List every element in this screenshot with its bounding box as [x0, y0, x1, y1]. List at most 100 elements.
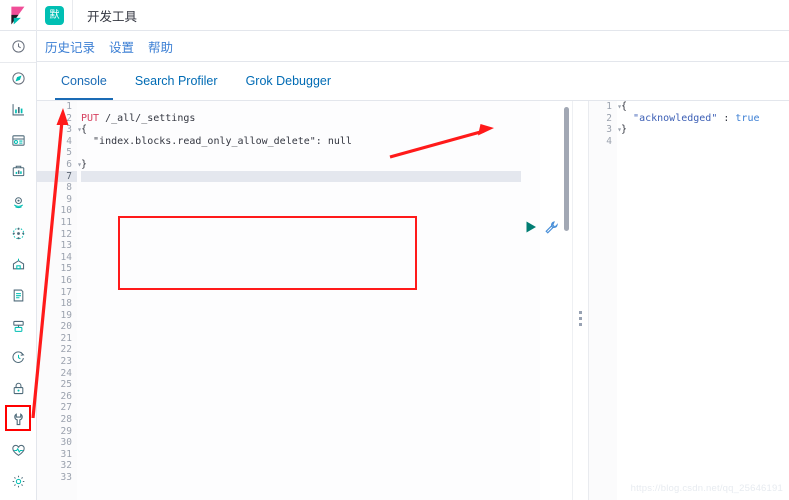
- gutter-line-number: 6▾: [37, 159, 77, 171]
- response-value: true: [735, 113, 759, 124]
- sidebar-item-logs[interactable]: [0, 280, 36, 311]
- gutter-line-number: 22: [37, 344, 77, 356]
- gutter-line-number: 24: [37, 368, 77, 380]
- code-line: [81, 147, 540, 159]
- compass-icon: [11, 71, 26, 86]
- gutter-line-number: 10: [37, 205, 77, 217]
- request-options-button[interactable]: [544, 220, 559, 235]
- menu-help[interactable]: 帮助: [148, 37, 173, 56]
- gutter-line-number: 21: [37, 333, 77, 345]
- space-badge-cell[interactable]: 默: [37, 0, 73, 31]
- wrench-icon: [544, 220, 559, 235]
- gutter-line-number: 27: [37, 402, 77, 414]
- presentation-icon: [11, 164, 26, 179]
- gutter-line-number: 8: [37, 182, 77, 194]
- gutter-line-number: 1: [37, 101, 77, 113]
- request-editor-pane[interactable]: 123▾456▾78910111213141516171819202122232…: [37, 101, 540, 500]
- gutter-line-number: 7: [37, 171, 77, 183]
- sidebar-item-recently-viewed[interactable]: [0, 31, 36, 62]
- gutter-line-number: 14: [37, 252, 77, 264]
- gutter-line-number: 17: [37, 287, 77, 299]
- gutter-line-number: 31: [37, 449, 77, 461]
- response-line: [621, 136, 789, 148]
- code-line: {: [81, 124, 540, 136]
- gutter-line-number: 2: [37, 113, 77, 125]
- gear-icon: [11, 474, 26, 489]
- kibana-dev-tools-console: 默 开发工具: [0, 0, 789, 500]
- response-separator: :: [717, 113, 735, 124]
- sidebar-item-siem[interactable]: [0, 373, 36, 404]
- gutter-line-number: 32: [37, 460, 77, 472]
- code-line-current: [81, 171, 521, 183]
- tab-grok-debugger[interactable]: Grok Debugger: [232, 62, 345, 100]
- menu-settings[interactable]: 设置: [109, 37, 134, 56]
- play-icon: [524, 220, 538, 234]
- kibana-logo-cell[interactable]: [0, 0, 37, 31]
- code-line: }: [81, 159, 540, 171]
- response-gutter-line-number: 2: [589, 113, 617, 125]
- response-line: "acknowledged" : true: [621, 113, 789, 125]
- sidebar-item-maps[interactable]: [0, 187, 36, 218]
- sidebar-item-visualize[interactable]: [0, 94, 36, 125]
- dev-tools-tabs: Console Search Profiler Grok Debugger: [37, 62, 789, 101]
- sidebar-item-monitoring[interactable]: [0, 435, 36, 466]
- gutter-line-number: 29: [37, 426, 77, 438]
- uptime-clock-icon: [11, 350, 26, 365]
- gutter-line-number: 13: [37, 240, 77, 252]
- tab-search-profiler[interactable]: Search Profiler: [121, 62, 232, 100]
- gutter-line-number: 11: [37, 217, 77, 229]
- code-line: "index.blocks.read_only_allow_delete": n…: [81, 136, 540, 148]
- request-scrollbar[interactable]: [564, 107, 569, 231]
- network-nodes-icon: [11, 226, 26, 241]
- splitter-grip-icon: [579, 311, 582, 326]
- page-title: 开发工具: [87, 6, 137, 25]
- gutter-line-number: 28: [37, 414, 77, 426]
- gutter-line-number: 26: [37, 391, 77, 403]
- console-body: 123▾456▾78910111213141516171819202122232…: [37, 101, 789, 500]
- response-gutter-line-number: 1▾: [589, 101, 617, 113]
- dashboard-icon: [11, 133, 26, 148]
- response-editor-pane[interactable]: 1▾23▾4 { "acknowledged" : true }: [588, 101, 789, 500]
- response-gutter: 1▾23▾4: [589, 101, 617, 500]
- request-path: /_all/_settings: [99, 113, 195, 124]
- sidebar-item-apm[interactable]: [0, 311, 36, 342]
- sidebar-item-management[interactable]: [0, 466, 36, 497]
- app-header: 默 开发工具: [0, 0, 789, 31]
- sidebar-item-machine-learning[interactable]: [0, 218, 36, 249]
- infrastructure-icon: [11, 257, 26, 272]
- sidebar-item-discover[interactable]: [0, 63, 36, 94]
- response-gutter-line-number: 3▾: [589, 124, 617, 136]
- gutter-line-number: 33: [37, 472, 77, 484]
- gutter-line-number: 12: [37, 229, 77, 241]
- wrench-icon: [11, 412, 26, 427]
- request-gutter: 123▾456▾78910111213141516171819202122232…: [37, 101, 77, 500]
- http-method: PUT: [81, 113, 99, 124]
- bar-chart-icon: [11, 102, 26, 117]
- tab-console[interactable]: Console: [47, 62, 121, 100]
- clock-icon: [11, 39, 26, 54]
- console-menubar: 历史记录 设置 帮助: [37, 31, 789, 62]
- response-key: "acknowledged": [633, 113, 717, 124]
- menu-history[interactable]: 历史记录: [45, 37, 95, 56]
- sidebar-item-dashboard[interactable]: [0, 125, 36, 156]
- send-request-button[interactable]: [524, 220, 538, 234]
- gutter-line-number: 16: [37, 275, 77, 287]
- sidebar-item-dev-tools[interactable]: [0, 404, 36, 435]
- response-gutter-line-number: 4: [589, 136, 617, 148]
- gutter-line-number: 3▾: [37, 124, 77, 136]
- sidebar-item-infrastructure[interactable]: [0, 249, 36, 280]
- kibana-logo-icon: [9, 6, 28, 25]
- gutter-line-number: 9: [37, 194, 77, 206]
- gutter-line-number: 19: [37, 310, 77, 322]
- space-badge: 默: [45, 6, 64, 25]
- document-icon: [11, 288, 26, 303]
- panel-splitter[interactable]: [572, 101, 588, 500]
- request-code-area[interactable]: PUT /_all/_settings { "index.blocks.read…: [81, 101, 540, 500]
- map-marker-icon: [11, 195, 26, 210]
- gutter-line-number: 4: [37, 136, 77, 148]
- sidebar-item-canvas[interactable]: [0, 156, 36, 187]
- sidebar-item-uptime[interactable]: [0, 342, 36, 373]
- gutter-line-number: 30: [37, 437, 77, 449]
- response-line: {: [621, 101, 789, 113]
- response-code-area: { "acknowledged" : true }: [621, 101, 789, 500]
